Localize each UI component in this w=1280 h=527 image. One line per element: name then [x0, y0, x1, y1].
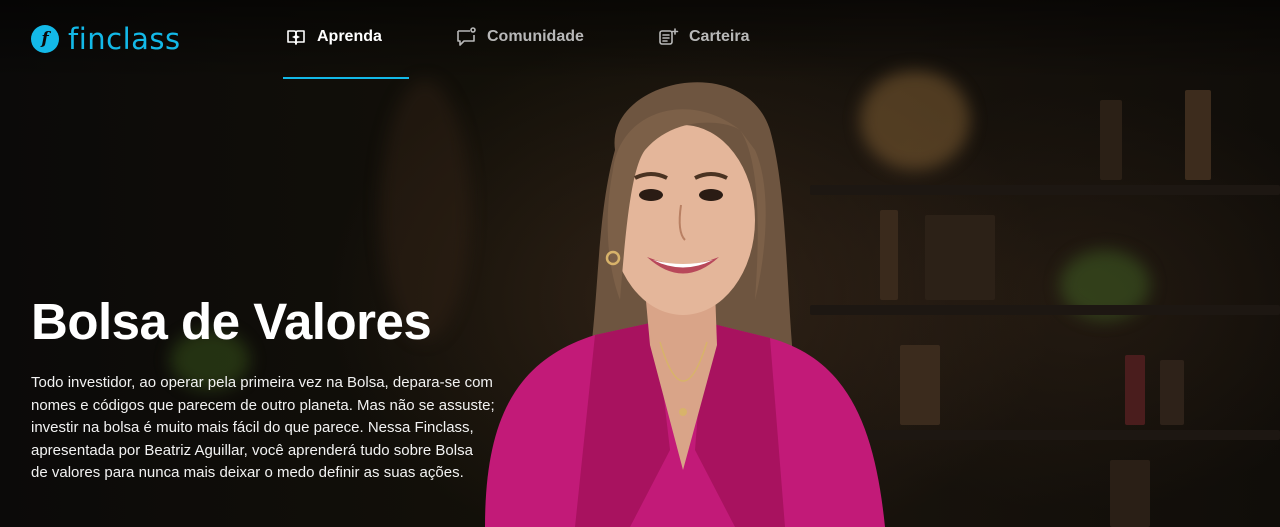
- description-line: apresentada por Beatriz Aguillar, você a…: [31, 441, 473, 459]
- main-nav: Aprenda Comunidade Carteira: [283, 0, 777, 80]
- hero-banner: f finclass Aprenda Comunidade Carteira B…: [0, 0, 1280, 527]
- course-description: Todo investidor, ao operar pela primeira…: [31, 372, 501, 485]
- wallet-list-icon: [657, 26, 679, 48]
- presenter-photo: [455, 60, 905, 527]
- nav-tab-carteira[interactable]: Carteira: [657, 0, 777, 74]
- page-title: Bolsa de Valores: [31, 293, 432, 350]
- top-navigation-bar: f finclass Aprenda Comunidade Carteira: [0, 0, 1280, 80]
- description-line: Todo investidor, ao operar pela primeira…: [31, 374, 493, 391]
- active-tab-indicator: [283, 77, 409, 79]
- graduation-cap-icon: [285, 26, 307, 48]
- nav-tab-aprenda[interactable]: Aprenda: [283, 0, 409, 74]
- nav-tab-aprenda-label: Aprenda: [317, 28, 382, 45]
- description-line: nomes e códigos que parecem de outro pla…: [31, 396, 495, 414]
- nav-tab-carteira-label: Carteira: [689, 28, 750, 45]
- finclass-logo-icon: f: [31, 25, 59, 53]
- nav-tab-comunidade[interactable]: Comunidade: [455, 0, 615, 74]
- description-line: de valores para nunca mais deixar o medo…: [31, 464, 464, 482]
- nav-tab-comunidade-label: Comunidade: [487, 28, 584, 45]
- chat-bubble-icon: [455, 26, 477, 48]
- finclass-logo-text: finclass: [68, 22, 181, 56]
- finclass-logo[interactable]: f finclass: [31, 22, 181, 56]
- description-line: investir na bolsa é muito mais fácil do …: [31, 419, 474, 437]
